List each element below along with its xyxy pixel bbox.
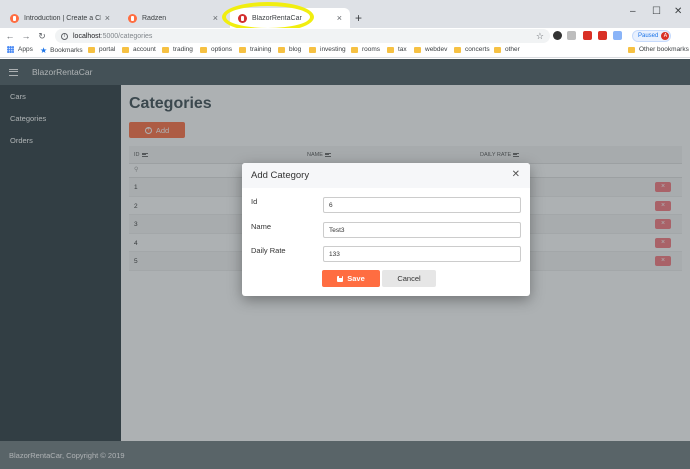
dialog-header: Add Category ✕ [242, 163, 530, 188]
bookmark-portal[interactable]: portal [88, 46, 115, 53]
form-row-daily-rate: Daily Rate [251, 246, 521, 262]
folder-icon [200, 46, 207, 53]
bookmark-investing[interactable]: investing [309, 46, 346, 53]
folder-icon [628, 46, 635, 53]
address-bar[interactable]: i localhost:5000/categories ☆ [55, 29, 550, 43]
other-bookmarks[interactable]: Other bookmarks [628, 46, 689, 53]
radzen-favicon-icon [10, 13, 19, 23]
folder-icon [162, 46, 169, 53]
folder-icon [122, 46, 129, 53]
profile-paused-chip[interactable]: Paused A [632, 30, 672, 42]
star-icon: ★ [40, 46, 48, 55]
field-label: Id [251, 197, 258, 206]
apps-grid-icon [7, 46, 14, 53]
back-arrow-icon[interactable]: ← [4, 31, 16, 41]
folder-icon [494, 46, 501, 53]
daily-rate-field[interactable] [323, 246, 521, 262]
bookmark-training[interactable]: training [239, 46, 271, 53]
bookmark-blog[interactable]: blog [278, 46, 301, 53]
dialog-title: Add Category [251, 170, 310, 181]
extension-icon[interactable] [553, 31, 562, 40]
folder-icon [278, 46, 285, 53]
bookmarks-bar: Apps ★ Bookmarks portal account trading o… [0, 44, 690, 58]
tab-introduction[interactable]: Introduction | Create a CRM app × [2, 8, 118, 28]
tab-title: BlazorRentaCar [252, 14, 302, 22]
save-disk-icon [337, 275, 344, 282]
id-field[interactable] [323, 197, 521, 213]
form-row-name: Name [251, 222, 521, 238]
form-row-id: Id [251, 197, 521, 213]
tab-title: Introduction | Create a CRM app [24, 14, 101, 22]
browser-tabstrip: Introduction | Create a CRM app × Radzen… [0, 0, 690, 32]
bookmark-options[interactable]: options [200, 46, 232, 53]
folder-icon [309, 46, 316, 53]
bookmark-bookmarks[interactable]: ★ Bookmarks [40, 46, 83, 55]
save-button-label: Save [347, 274, 365, 283]
reload-icon[interactable]: ↻ [36, 31, 48, 42]
folder-icon [414, 46, 421, 53]
save-button[interactable]: Save [322, 270, 380, 287]
bookmark-tax[interactable]: tax [387, 46, 407, 53]
url-text: localhost:5000/categories [73, 32, 153, 40]
forward-arrow-icon[interactable]: → [20, 31, 32, 41]
tab-radzen[interactable]: Radzen × [120, 8, 226, 28]
cancel-button[interactable]: Cancel [382, 270, 436, 287]
minimize-icon[interactable]: – [630, 6, 636, 17]
tab-title: Radzen [142, 14, 167, 22]
tab-blazorrentacar[interactable]: BlazorRentaCar × [230, 8, 350, 28]
field-label: Name [251, 222, 272, 231]
maximize-icon[interactable]: ☐ [652, 6, 661, 17]
profile-status-text: Paused [638, 33, 659, 39]
avatar: A [661, 32, 670, 40]
bookmark-other[interactable]: other [494, 46, 520, 53]
pocket-icon[interactable] [598, 31, 607, 40]
bookmark-apps[interactable]: Apps [7, 46, 33, 53]
bookmark-concerts[interactable]: concerts [454, 46, 490, 53]
new-tab-plus-icon[interactable]: + [355, 11, 362, 25]
extension-icon[interactable] [567, 31, 576, 40]
window-close-icon[interactable]: ✕ [674, 6, 682, 17]
radzen-favicon-icon [128, 13, 137, 23]
close-icon[interactable]: × [337, 13, 342, 23]
folder-icon [88, 46, 95, 53]
extension-badge-icon[interactable] [583, 31, 592, 40]
extension-icon[interactable] [613, 31, 622, 40]
add-category-dialog: Add Category ✕ Id Name Daily Rate Save C… [242, 163, 530, 296]
bookmark-star-icon[interactable]: ☆ [536, 31, 544, 42]
folder-icon [351, 46, 358, 53]
info-icon[interactable]: i [61, 32, 68, 40]
angular-favicon-icon [238, 13, 247, 23]
bookmark-trading[interactable]: trading [162, 46, 193, 53]
bookmark-webdev[interactable]: webdev [414, 46, 447, 53]
bookmark-rooms[interactable]: rooms [351, 46, 380, 53]
folder-icon [239, 46, 246, 53]
close-icon[interactable]: × [213, 13, 218, 23]
name-field[interactable] [323, 222, 521, 238]
bookmark-account[interactable]: account [122, 46, 156, 53]
folder-icon [387, 46, 394, 53]
close-icon[interactable]: × [105, 13, 110, 23]
close-icon[interactable]: ✕ [512, 169, 520, 180]
folder-icon [454, 46, 461, 53]
field-label: Daily Rate [251, 246, 286, 255]
